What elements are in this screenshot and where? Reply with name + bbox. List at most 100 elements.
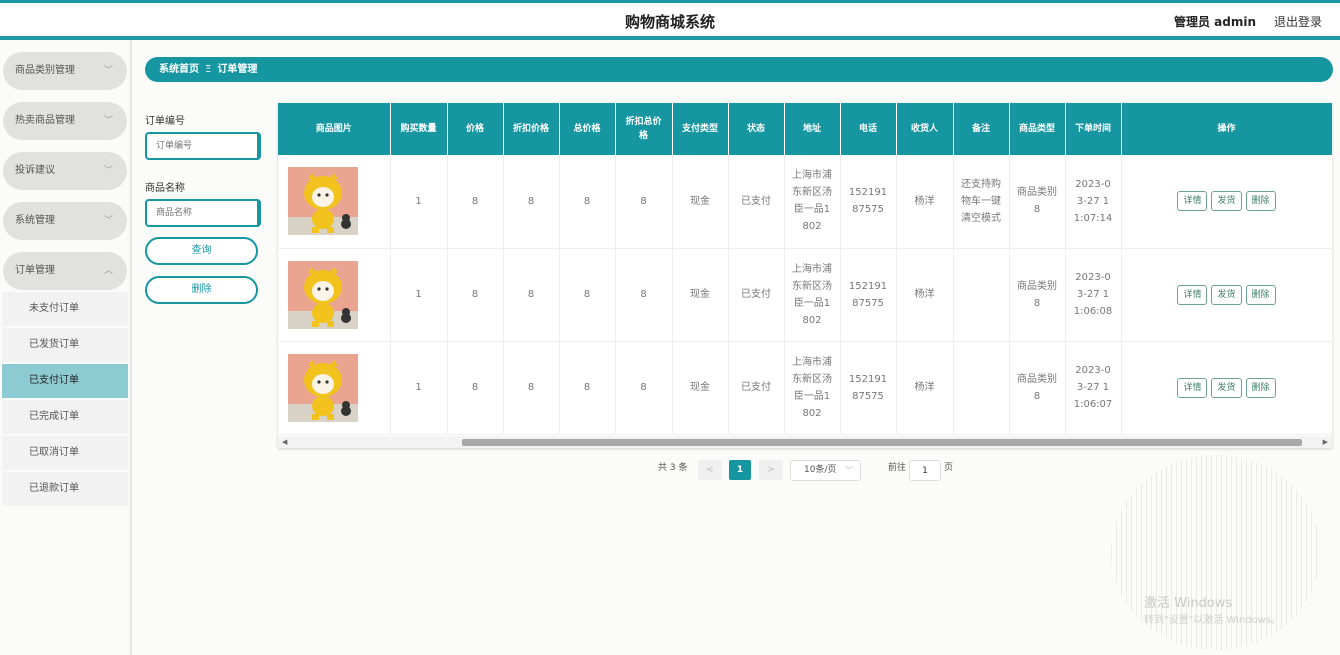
cell-receiver: 杨洋 bbox=[896, 341, 954, 435]
cell-status: 已支付 bbox=[728, 155, 785, 249]
cell-remark bbox=[953, 341, 1010, 435]
order-no-label: 订单编号 bbox=[145, 116, 185, 127]
detail-button[interactable]: 详情 bbox=[1177, 284, 1208, 305]
cell-quantity: 1 bbox=[390, 248, 448, 342]
cell-quantity: 1 bbox=[390, 341, 448, 435]
cell-price: 8 bbox=[447, 341, 504, 435]
column-header: 备注 bbox=[953, 103, 1010, 155]
breadcrumb-home[interactable]: 系统首页 bbox=[159, 64, 199, 75]
cell-discount-price: 8 bbox=[503, 155, 560, 249]
cell-price: 8 bbox=[447, 155, 504, 249]
ship-button[interactable]: 发货 bbox=[1211, 191, 1242, 212]
menu-category-management[interactable]: 商品类别管理 ﹀ bbox=[3, 52, 127, 90]
admin-label: 管理员 admin bbox=[1173, 15, 1256, 29]
column-header: 支付类型 bbox=[672, 103, 729, 155]
cell-remark: 还支持购物车一键清空模式 bbox=[953, 155, 1010, 249]
cell-total: 8 bbox=[559, 248, 616, 342]
sidebar-item-refunded[interactable]: 已退款订单 bbox=[2, 472, 128, 506]
sidebar-item-cancelled[interactable]: 已取消订单 bbox=[2, 436, 128, 470]
pagination-total: 共 3 条 bbox=[658, 463, 688, 473]
delete-button[interactable]: 删除 bbox=[1245, 191, 1276, 212]
cell-time: 2023-03-27 11:06:07 bbox=[1065, 341, 1122, 435]
next-page-button[interactable]: > bbox=[759, 460, 783, 480]
cell-time: 2023-03-27 11:07:14 bbox=[1065, 155, 1122, 249]
column-header: 电话 bbox=[840, 103, 897, 155]
actions-cell: 详情 发货 删除 bbox=[1121, 341, 1332, 435]
cell-status: 已支付 bbox=[728, 341, 785, 435]
cell-discount-total: 8 bbox=[615, 341, 673, 435]
scroll-right-icon[interactable]: ▶ bbox=[1323, 436, 1328, 448]
cell-receiver: 杨洋 bbox=[896, 155, 954, 249]
product-image-cell bbox=[278, 248, 391, 342]
column-header: 价格 bbox=[447, 103, 504, 155]
goto-page-input[interactable] bbox=[909, 460, 941, 481]
menu-label: 商品类别管理 bbox=[15, 65, 75, 76]
sidebar-item-completed[interactable]: 已完成订单 bbox=[2, 400, 128, 434]
query-button[interactable]: 查询 bbox=[145, 237, 258, 265]
cell-address: 上海市浦东新区汤臣一品1802 bbox=[784, 155, 841, 249]
cell-time: 2023-03-27 11:06:08 bbox=[1065, 248, 1122, 342]
cell-receiver: 杨洋 bbox=[896, 248, 954, 342]
column-header: 下单时间 bbox=[1065, 103, 1122, 155]
cell-discount-total: 8 bbox=[615, 155, 673, 249]
cell-product-type: 商品类别8 bbox=[1009, 155, 1066, 249]
menu-label: 订单管理 bbox=[15, 265, 55, 276]
column-header: 购买数量 bbox=[390, 103, 448, 155]
detail-button[interactable]: 详情 bbox=[1177, 191, 1208, 212]
ship-button[interactable]: 发货 bbox=[1211, 284, 1242, 305]
product-image bbox=[288, 260, 358, 329]
column-header: 总价格 bbox=[559, 103, 616, 155]
delete-button[interactable]: 删除 bbox=[1245, 284, 1276, 305]
logout-link[interactable]: 退出登录 bbox=[1274, 13, 1322, 30]
cell-total: 8 bbox=[559, 341, 616, 435]
goto-label: 前往 bbox=[888, 463, 907, 473]
menu-label: 系统管理 bbox=[15, 215, 55, 226]
cell-discount-total: 8 bbox=[615, 248, 673, 342]
batch-delete-button[interactable]: 删除 bbox=[145, 276, 258, 304]
scroll-left-icon[interactable]: ◀ bbox=[282, 436, 287, 448]
table-row: 1 8 8 8 8 现金 已支付 上海市浦东新区汤臣一品1802 15219187575 杨洋 商品… bbox=[278, 248, 1332, 342]
chevron-down-icon: ﹀ bbox=[103, 166, 113, 176]
page-size-select[interactable]: 10条/页 ﹀ bbox=[790, 460, 861, 481]
product-image-cell bbox=[278, 155, 391, 249]
prev-page-button[interactable]: < bbox=[698, 460, 722, 480]
chevron-down-icon: ﹀ bbox=[103, 66, 113, 76]
column-header: 商品类型 bbox=[1009, 103, 1066, 155]
column-header: 折扣价格 bbox=[503, 103, 560, 155]
column-header: 折扣总价格 bbox=[615, 103, 673, 155]
cell-pay-type: 现金 bbox=[672, 341, 729, 435]
sidebar-item-unpaid[interactable]: 未支付订单 bbox=[2, 292, 128, 326]
windows-activation-subtitle: 转到"设置"以激活 Windows。 bbox=[1144, 615, 1282, 626]
menu-system-management[interactable]: 系统管理 ﹀ bbox=[3, 202, 127, 240]
sidebar: 商品类别管理 ﹀ 热卖商品管理 ﹀ 投诉建议 ﹀ 系统管理 ﹀ 订单管理 ︿ 未… bbox=[0, 40, 132, 655]
column-header: 地址 bbox=[784, 103, 841, 155]
ship-button[interactable]: 发货 bbox=[1211, 377, 1242, 398]
app-title: 购物商城系统 bbox=[624, 13, 715, 31]
breadcrumb-separator: Ξ bbox=[205, 64, 212, 75]
cell-phone: 15219187575 bbox=[840, 341, 897, 435]
cell-remark bbox=[953, 248, 1010, 342]
product-name-label: 商品名称 bbox=[145, 183, 185, 194]
chevron-down-icon: ﹀ bbox=[845, 466, 853, 475]
orders-table: 商品图片 购买数量 价格 折扣价格 总价格 折扣总价格 支付类型 状态 地址 电… bbox=[278, 103, 1332, 448]
delete-button[interactable]: 删除 bbox=[1245, 377, 1276, 398]
windows-activation-watermark: 激活 Windows bbox=[1144, 596, 1233, 611]
page-unit-label: 页 bbox=[944, 463, 954, 473]
sidebar-item-paid[interactable]: 已支付订单 bbox=[2, 364, 128, 398]
cell-discount-price: 8 bbox=[503, 248, 560, 342]
sidebar-item-shipped[interactable]: 已发货订单 bbox=[2, 328, 128, 362]
cell-quantity: 1 bbox=[390, 155, 448, 249]
detail-button[interactable]: 详情 bbox=[1177, 377, 1208, 398]
cell-product-type: 商品类别8 bbox=[1009, 341, 1066, 435]
product-name-input[interactable] bbox=[145, 199, 261, 227]
cell-address: 上海市浦东新区汤臣一品1802 bbox=[784, 341, 841, 435]
menu-hot-products[interactable]: 热卖商品管理 ﹀ bbox=[3, 102, 127, 140]
breadcrumb-current: 订单管理 bbox=[217, 64, 258, 75]
horizontal-scrollbar[interactable]: ◀ ▶ bbox=[278, 436, 1332, 448]
cell-status: 已支付 bbox=[728, 248, 785, 342]
scrollbar-thumb[interactable] bbox=[462, 439, 1302, 446]
order-no-input[interactable] bbox=[145, 132, 261, 160]
menu-complaints[interactable]: 投诉建议 ﹀ bbox=[3, 152, 127, 190]
page-number-button[interactable]: 1 bbox=[729, 460, 751, 480]
menu-order-management[interactable]: 订单管理 ︿ bbox=[3, 252, 127, 290]
